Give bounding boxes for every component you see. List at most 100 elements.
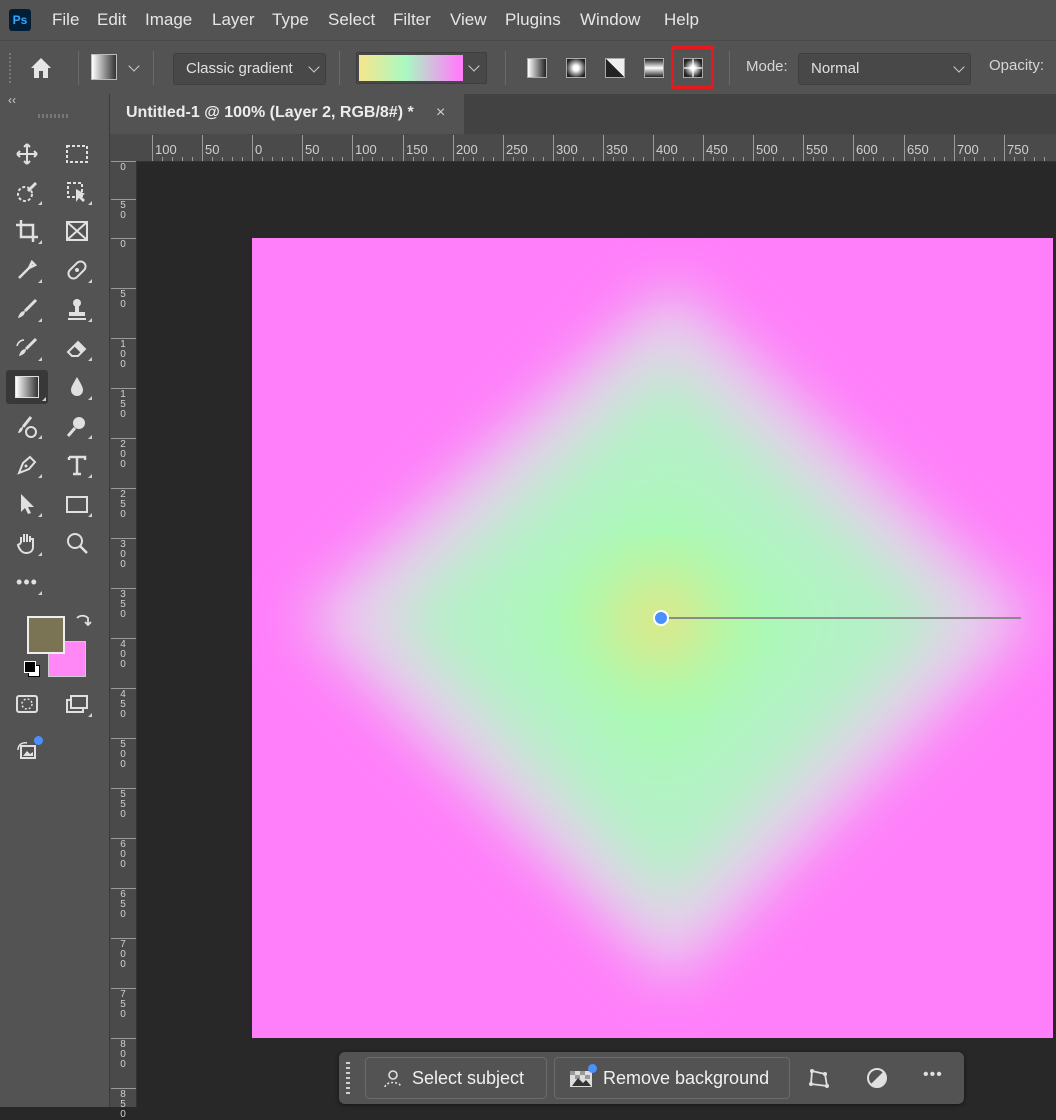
chevron-down-icon[interactable] <box>128 60 140 72</box>
menu-type[interactable]: Type <box>272 10 309 30</box>
magnifier-icon <box>67 533 88 554</box>
taskbar-grip[interactable] <box>346 1062 350 1094</box>
zoom-tool[interactable] <box>60 527 94 559</box>
mode-label: Mode: <box>746 58 788 75</box>
ruler-minor-tick <box>883 157 884 161</box>
menu-file[interactable]: File <box>52 10 79 30</box>
screen-mode-icon <box>66 695 88 713</box>
linear-gradient-button[interactable] <box>522 53 550 81</box>
menu-layer[interactable]: Layer <box>212 10 255 30</box>
document-tab[interactable]: Untitled-1 @ 100% (Layer 2, RGB/8#) * × <box>110 94 464 134</box>
select-subject-button[interactable]: Select subject <box>365 1057 547 1099</box>
gradient-tool-preset-icon[interactable] <box>91 54 117 80</box>
ellipsis-icon: ••• <box>16 571 38 592</box>
ruler-minor-tick <box>783 157 784 161</box>
quick-mask-icon <box>16 695 38 713</box>
crop-tool[interactable] <box>10 215 44 247</box>
photoshop-logo[interactable]: Ps <box>9 9 31 31</box>
hand-tool[interactable] <box>10 527 44 559</box>
toolbar-grip[interactable] <box>38 114 68 118</box>
gradient-tool[interactable] <box>6 370 48 404</box>
path-selection-tool[interactable] <box>10 488 44 520</box>
ruler-tick-label: 300 <box>556 142 578 157</box>
vertical-ruler[interactable]: 0500501001502002503003504004505005506006… <box>110 161 137 1120</box>
hand-icon <box>16 534 34 555</box>
zoom-dodge-tool[interactable] <box>60 410 94 442</box>
dodge-tool[interactable] <box>10 410 44 442</box>
ruler-minor-tick <box>423 157 424 161</box>
ruler-tick <box>252 135 253 161</box>
move-tool[interactable] <box>10 138 44 170</box>
quick-selection-tool[interactable] <box>10 176 44 208</box>
ruler-minor-tick <box>212 157 213 161</box>
history-brush-icon <box>16 337 38 356</box>
adjustment-icon[interactable] <box>866 1067 888 1089</box>
menu-plugins[interactable]: Plugins <box>505 10 561 30</box>
rectangle-tool[interactable] <box>60 488 94 520</box>
edit-toolbar-button[interactable]: ••• <box>10 566 44 598</box>
frame-tool[interactable] <box>60 215 94 247</box>
collapse-panel-icon[interactable]: ‹‹ <box>8 93 16 107</box>
remove-background-button[interactable]: Remove background <box>554 1057 790 1099</box>
menu-view[interactable]: View <box>450 10 487 30</box>
ruler-minor-tick <box>924 157 925 161</box>
type-tool[interactable] <box>60 449 94 481</box>
ruler-minor-tick <box>733 157 734 161</box>
ruler-minor-tick <box>964 157 965 161</box>
screen-mode-button[interactable] <box>60 688 94 720</box>
brush-tool[interactable] <box>10 293 44 325</box>
horizontal-ruler[interactable]: 100 50 0 50 100 150 200 250 300 350 400 450 500 550 60… <box>136 134 1056 162</box>
eraser-tool[interactable] <box>60 332 94 364</box>
marquee-tool[interactable] <box>60 138 94 170</box>
chevron-down-icon <box>308 61 320 73</box>
mode-dropdown[interactable]: Normal <box>798 53 971 85</box>
document-canvas[interactable] <box>252 238 1053 1038</box>
menu-window[interactable]: Window <box>580 10 640 30</box>
ruler-tick-label: 750 <box>1007 142 1029 157</box>
ruler-tick-label: 300 <box>120 539 126 570</box>
quick-mask-button[interactable] <box>10 688 44 720</box>
diamond-gradient-button[interactable] <box>671 46 714 89</box>
ruler-minor-tick <box>483 157 484 161</box>
blur-tool[interactable] <box>60 371 94 403</box>
generative-fill-button[interactable] <box>10 734 44 766</box>
menu-help[interactable]: Help <box>664 10 699 30</box>
object-selection-tool[interactable] <box>60 176 94 208</box>
foreground-color-swatch[interactable] <box>27 616 65 654</box>
chevron-down-icon[interactable] <box>468 60 480 72</box>
options-bar-grip[interactable] <box>9 53 11 83</box>
history-brush-tool[interactable] <box>10 332 44 364</box>
gradient-swatch[interactable] <box>359 55 463 81</box>
close-tab-icon[interactable]: × <box>436 104 445 122</box>
gradient-start-handle[interactable] <box>653 610 669 626</box>
home-icon[interactable] <box>26 53 56 83</box>
ruler-minor-tick <box>473 157 474 161</box>
eyedropper-tool[interactable] <box>10 254 44 286</box>
radial-gradient-icon <box>566 58 586 78</box>
angle-gradient-button[interactable] <box>600 53 628 81</box>
pen-tool[interactable] <box>10 449 44 481</box>
radial-gradient-button[interactable] <box>561 53 589 81</box>
ruler-tick <box>653 135 654 161</box>
ruler-origin[interactable] <box>110 134 136 161</box>
menu-select[interactable]: Select <box>328 10 375 30</box>
ruler-minor-tick <box>1034 157 1035 161</box>
default-colors-icon[interactable] <box>24 661 40 677</box>
menu-filter[interactable]: Filter <box>393 10 431 30</box>
gradient-picker[interactable] <box>356 52 487 84</box>
gradient-type-dropdown[interactable]: Classic gradient <box>173 53 326 85</box>
swap-colors-icon[interactable] <box>74 612 92 630</box>
menu-edit[interactable]: Edit <box>97 10 126 30</box>
ruler-tick-label: 150 <box>120 389 126 420</box>
healing-brush-tool[interactable] <box>60 254 94 286</box>
ruler-minor-tick <box>743 157 744 161</box>
more-options-icon[interactable]: ••• <box>923 1066 943 1084</box>
transform-icon[interactable] <box>807 1066 831 1090</box>
reflected-gradient-button[interactable] <box>639 53 667 81</box>
menu-image[interactable]: Image <box>145 10 192 30</box>
ruler-minor-tick <box>322 157 323 161</box>
ruler-minor-tick <box>863 157 864 161</box>
ruler-tick-label: 50 <box>205 142 220 157</box>
ruler-minor-tick <box>342 157 343 161</box>
clone-stamp-tool[interactable] <box>60 293 94 325</box>
